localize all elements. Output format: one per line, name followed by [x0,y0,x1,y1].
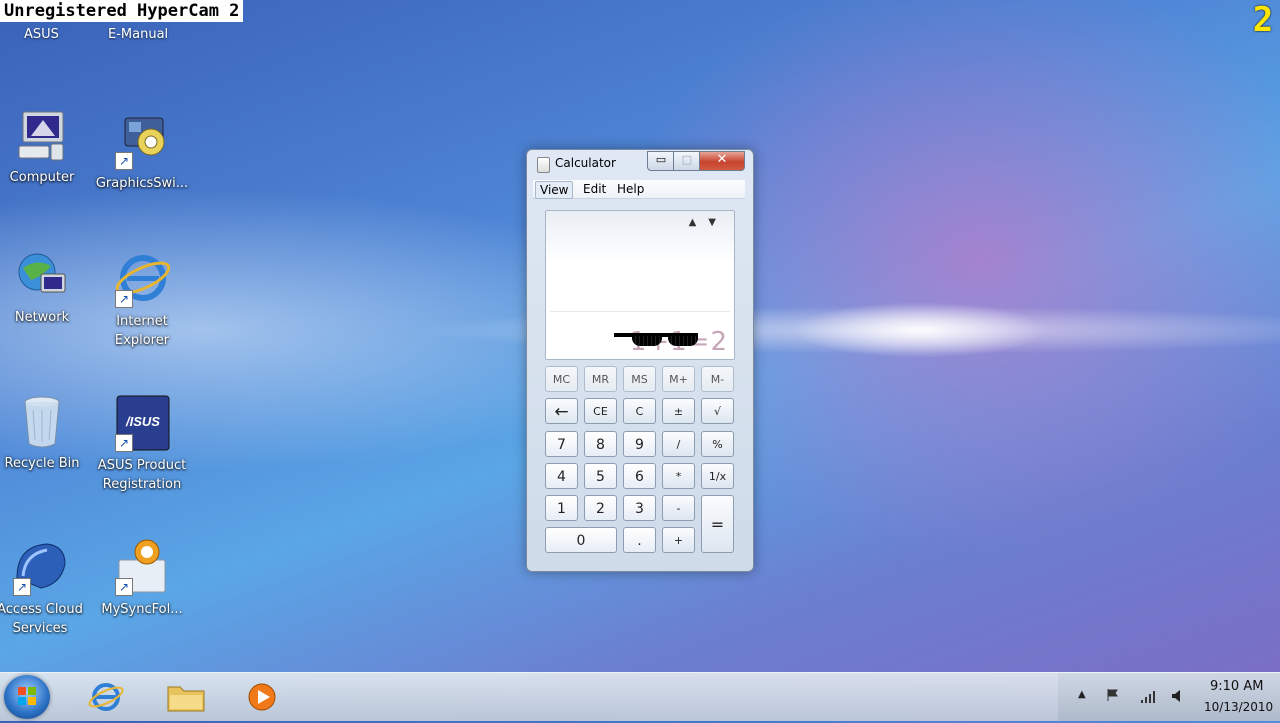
desktop-label-asus[interactable]: ASUS [24,27,59,42]
taskbar-media-player[interactable] [240,677,284,717]
key-ce[interactable]: CE [584,398,617,424]
desktop-icon-mysyncfolder[interactable]: ↗ MySyncFol... [94,538,190,619]
taskbar-explorer[interactable] [164,677,208,717]
desktop-icon-asus-registration[interactable]: /ISUS ↗ ASUS Product Registration [94,394,190,494]
key-8[interactable]: 8 [584,431,617,457]
minimize-button[interactable]: ▭ [647,151,675,171]
desktop-icon-internet-explorer[interactable]: ↗ Internet Explorer [94,250,190,350]
menu-help[interactable]: Help [613,181,648,197]
key-ms[interactable]: MS [623,366,656,392]
system-tray: ▲ 9:10 AM 10/13/2010 [1058,673,1280,721]
desktop-icon-recycle-bin[interactable]: Recycle Bin [0,392,90,473]
wifi-signal-icon[interactable] [1140,689,1156,703]
maximize-icon: □ [681,153,693,166]
explorer-folder-icon [167,686,205,712]
key-sqrt[interactable]: √ [701,398,734,424]
key-m-minus[interactable]: M- [701,366,734,392]
maximize-button[interactable]: □ [673,151,701,171]
calculator-display: ▲▼ 1+1=2 [545,210,735,360]
desktop-icon-label: MySyncFol... [101,602,183,617]
close-button[interactable]: ✕ [699,151,745,171]
desktop-icon-label: Network [14,310,70,325]
computer-icon [13,106,71,164]
key-percent[interactable]: % [701,431,734,457]
hypercam-watermark: Unregistered HyperCam 2 [0,0,244,22]
key-equals[interactable]: = [701,495,734,553]
window-title: Calculator [555,156,616,170]
graphics-switch-icon: ↗ [113,112,171,170]
svg-text:/ISUS: /ISUS [125,414,160,429]
taskbar: ▲ 9:10 AM 10/13/2010 [0,672,1280,721]
media-player-icon [248,683,276,711]
network-icon [13,246,71,304]
key-2[interactable]: 2 [584,495,617,521]
clock-date[interactable]: 10/13/2010 [1204,700,1273,714]
calculator-window[interactable]: Calculator ▭ □ ✕ View Edit Help ▲▼ 1+1=2… [526,149,754,572]
menu-edit[interactable]: Edit [579,181,610,197]
key-4[interactable]: 4 [545,463,578,489]
key-mr[interactable]: MR [584,366,617,392]
desktop-icon-network[interactable]: Network [0,246,90,327]
key-3[interactable]: 3 [623,495,656,521]
shortcut-arrow-icon: ↗ [115,578,133,596]
minimize-icon: ▭ [655,153,667,166]
clock-time[interactable]: 9:10 AM [1210,679,1263,694]
key-0[interactable]: 0 [545,527,617,553]
shortcut-arrow-icon: ↗ [115,152,133,170]
start-button[interactable] [4,675,50,719]
key-mc[interactable]: MC [545,366,578,392]
display-divider [550,311,730,312]
desktop-icon-label: Recycle Bin [4,456,80,471]
key-add[interactable]: + [662,527,695,553]
calculator-app-icon [537,157,550,173]
recycle-bin-icon [13,392,71,450]
sync-folder-icon: ↗ [113,538,171,596]
desktop-icon-label: GraphicsSwi... [95,176,189,191]
key-c[interactable]: C [623,398,656,424]
desktop-icon-label: Access Cloud Services [0,602,83,636]
asus-registration-icon: /ISUS ↗ [113,394,171,452]
key-m-plus[interactable]: M+ [662,366,695,392]
desktop-icon-computer[interactable]: Computer [0,106,90,187]
volume-icon[interactable] [1170,688,1184,704]
key-decimal[interactable]: . [623,527,656,553]
desktop-label-emanual[interactable]: E-Manual [108,27,168,42]
history-scroll-arrows[interactable]: ▲▼ [689,217,728,228]
key-5[interactable]: 5 [584,463,617,489]
key-backspace[interactable]: ← [545,398,578,424]
desktop-icon-access-cloud[interactable]: ↗ Access Cloud Services [0,538,88,638]
desktop-icon-graphicsswitch[interactable]: ↗ GraphicsSwi... [94,112,190,193]
pixel-sunglasses-overlay [614,333,698,347]
title-bar[interactable]: Calculator ▭ □ ✕ [527,150,753,178]
desktop-icon-label: ASUS Product Registration [97,458,187,492]
key-subtract[interactable]: - [662,495,695,521]
key-reciprocal[interactable]: 1/x [701,463,734,489]
shortcut-arrow-icon: ↗ [13,578,31,596]
shortcut-arrow-icon: ↗ [115,434,133,452]
key-6[interactable]: 6 [623,463,656,489]
internet-explorer-icon: ↗ [113,250,171,308]
key-plus-minus[interactable]: ± [662,398,695,424]
key-multiply[interactable]: * [662,463,695,489]
desktop-icon-label: Internet Explorer [114,314,170,348]
shortcut-arrow-icon: ↗ [115,290,133,308]
close-icon: ✕ [716,152,728,167]
windows-logo-icon [18,687,36,705]
desktop-icon-label: Computer [9,170,75,185]
tray-overflow-icon[interactable]: ▲ [1078,689,1086,700]
key-divide[interactable]: / [662,431,695,457]
menu-bar: View Edit Help [533,180,745,199]
cloud-services-icon: ↗ [11,538,69,596]
key-9[interactable]: 9 [623,431,656,457]
action-center-icon[interactable] [1106,687,1120,703]
internet-explorer-icon [88,683,124,711]
key-1[interactable]: 1 [545,495,578,521]
corner-badge: 2 [1252,0,1274,40]
menu-view[interactable]: View [535,181,574,199]
key-7[interactable]: 7 [545,431,578,457]
taskbar-internet-explorer[interactable] [84,677,128,717]
